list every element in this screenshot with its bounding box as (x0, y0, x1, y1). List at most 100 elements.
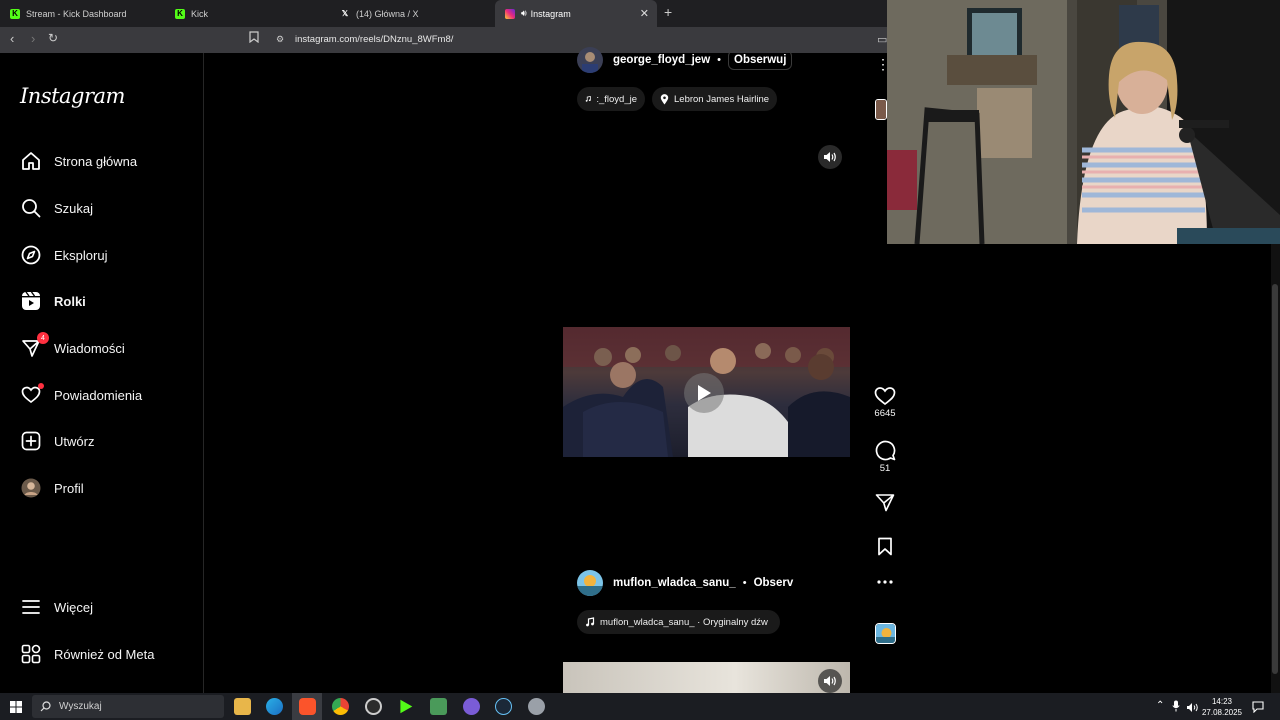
app-icon[interactable] (430, 698, 447, 715)
taskbar-active-app[interactable] (292, 693, 322, 720)
tab-kick-dashboard[interactable]: K Stream - Kick Dashboard (0, 0, 165, 27)
search-icon (40, 701, 51, 712)
sidebar-item-profile[interactable]: Profil (20, 476, 84, 500)
sound-toggle-button[interactable] (818, 145, 842, 169)
instagram-icon (505, 8, 515, 19)
separator: • (717, 54, 721, 66)
forward-icon[interactable]: › (31, 31, 35, 46)
send-icon (875, 494, 895, 512)
notification-center-icon[interactable] (1252, 700, 1264, 718)
discord-icon[interactable] (463, 698, 480, 715)
reel-header: muflon_wladca_sanu_ • Observ (577, 570, 793, 596)
tab-instagram[interactable]: 🔊︎ Instagram ✕ (495, 0, 657, 27)
scrollbar-thumb[interactable] (1272, 284, 1278, 674)
username[interactable]: george_floyd_jew (613, 54, 710, 66)
more-icon (877, 580, 893, 584)
separator: • (742, 577, 747, 589)
steam-icon[interactable] (495, 698, 512, 715)
audio-chip[interactable]: muflon_wladca_sanu_ · Oryginalny dźw (577, 610, 780, 634)
sidebar-item-reels[interactable]: Rolki (20, 289, 86, 313)
microphone-icon[interactable] (1172, 699, 1180, 717)
share-button[interactable] (870, 493, 900, 512)
reel-video[interactable] (563, 327, 850, 457)
tab-label: Kick (191, 8, 209, 19)
menu-icon (20, 596, 42, 618)
kick-app-icon[interactable] (400, 699, 413, 714)
taskbar-search[interactable]: Wyszukaj (32, 695, 224, 718)
tab-x[interactable]: 𝕏 (14) Główna / X (330, 0, 495, 27)
like-button[interactable]: 6645 (870, 386, 900, 419)
volume-icon[interactable] (1186, 700, 1200, 718)
location-name: Lebron James Hairline (674, 93, 770, 105)
sidebar-item-explore[interactable]: Eksploruj (20, 243, 107, 267)
taskbar-clock[interactable]: 14:23 27.08.2025 (1202, 696, 1242, 718)
sidebar-item-label: Powiadomienia (54, 387, 143, 403)
reel-video[interactable] (563, 662, 850, 693)
more-button[interactable] (870, 580, 900, 584)
kick-icon: K (175, 8, 185, 19)
webcam-overlay (887, 0, 1280, 244)
sidebar-item-more[interactable]: Więcej (20, 595, 93, 619)
instagram-sidebar: Instagram Strona główna Szukaj Eksploruj… (0, 53, 204, 693)
clock-date: 27.08.2025 (1201, 708, 1242, 717)
search-placeholder: Wyszukaj (59, 701, 102, 712)
comment-button[interactable]: 51 (870, 440, 900, 474)
new-tab-button[interactable]: + (664, 4, 672, 20)
sidebar-item-label: Profil (54, 480, 84, 496)
play-button[interactable] (684, 373, 724, 413)
sidebar-item-messages[interactable]: 4 Wiadomości (20, 332, 125, 360)
app-icon[interactable] (528, 698, 545, 715)
audio-thumbnail[interactable] (875, 623, 896, 644)
sidebar-item-notifications[interactable]: Powiadomienia (20, 383, 142, 407)
site-info-icon[interactable]: ⚙ (276, 34, 284, 45)
save-button[interactable] (870, 537, 900, 556)
tab-kick[interactable]: K Kick (165, 0, 330, 27)
sidebar-item-label: Utwórz (54, 433, 95, 449)
avatar-icon (20, 477, 42, 499)
audio-cover-icon (876, 624, 895, 643)
username[interactable]: muflon_wladca_sanu_ (613, 577, 736, 589)
reload-icon[interactable]: ↻ (48, 31, 58, 45)
like-count: 6645 (874, 408, 896, 419)
instagram-logo[interactable]: Instagram (20, 84, 125, 108)
audio-thumbnail-top[interactable] (875, 99, 887, 120)
windows-taskbar: Wyszukaj ⌃ 14:23 27.08.2025 (0, 693, 1280, 720)
webcam-feed (887, 0, 1280, 244)
obs-icon[interactable] (365, 698, 382, 715)
file-explorer-icon[interactable] (234, 698, 251, 715)
heart-icon (20, 383, 44, 406)
back-icon[interactable]: ‹ (10, 31, 14, 46)
music-note-icon (586, 617, 595, 627)
sidebar-toggle-icon[interactable]: ▭ (877, 33, 887, 46)
edge-icon[interactable] (266, 698, 283, 715)
bookmark-icon[interactable] (249, 31, 259, 46)
follow-button[interactable]: Observ (754, 574, 794, 592)
chevron-up-icon[interactable]: ⌃ (1156, 700, 1164, 711)
sidebar-item-search[interactable]: Szukaj (20, 196, 93, 220)
audio-chip[interactable]: :_floyd_je (577, 87, 645, 111)
sidebar-item-create[interactable]: Utwórz (20, 429, 94, 453)
reel-header: george_floyd_jew • Obserwuj (577, 47, 793, 73)
chrome-icon[interactable] (332, 698, 349, 715)
user-avatar[interactable] (577, 570, 603, 596)
sidebar-item-label: Również od Meta (54, 646, 155, 662)
windows-start-icon[interactable] (10, 700, 22, 718)
scrollbar[interactable] (1271, 244, 1280, 693)
sidebar-item-label: Eksploruj (54, 247, 108, 263)
home-icon (20, 150, 42, 172)
sidebar-item-meta[interactable]: Również od Meta (20, 642, 154, 666)
heart-icon (874, 387, 896, 406)
notification-dot (38, 383, 44, 389)
sidebar-item-home[interactable]: Strona główna (20, 149, 137, 173)
sidebar-item-label: Szukaj (54, 200, 94, 216)
user-avatar[interactable] (577, 47, 603, 73)
kick-icon: K (10, 8, 20, 19)
bookmark-icon (878, 537, 892, 556)
sidebar-item-label: Strona główna (54, 153, 138, 169)
close-icon[interactable]: ✕ (640, 7, 649, 20)
url-field[interactable]: instagram.com/reels/DNznu_8WFm8/ (295, 34, 453, 45)
clock-time: 14:23 (1211, 697, 1232, 706)
sound-toggle-button[interactable] (818, 669, 842, 693)
location-chip[interactable]: Lebron James Hairline (652, 87, 778, 111)
follow-button[interactable]: Obserwuj (728, 50, 793, 70)
